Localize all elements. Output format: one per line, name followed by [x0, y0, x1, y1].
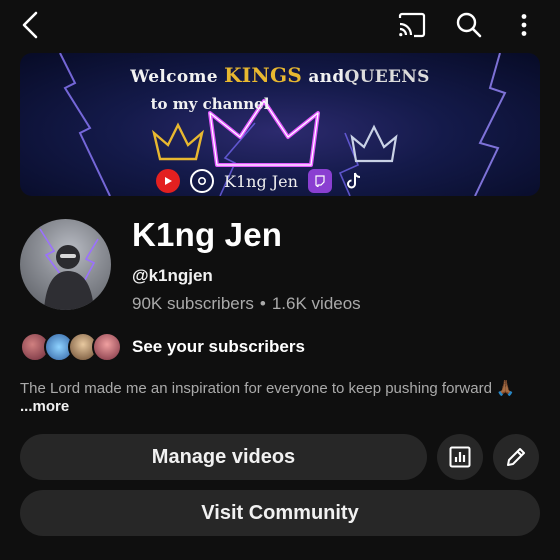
subscriber-avatar	[92, 332, 122, 362]
top-app-bar	[0, 0, 560, 50]
analytics-button[interactable]	[437, 434, 483, 480]
banner-social-row: K1ng Jen	[156, 169, 366, 193]
search-icon[interactable]	[452, 8, 486, 42]
stats-separator: •	[259, 294, 266, 313]
channel-handle: @k1ngjen	[132, 266, 213, 285]
edit-channel-button[interactable]	[493, 434, 539, 480]
banner-social-handle: K1ng Jen	[224, 171, 298, 191]
youtube-icon	[156, 169, 180, 193]
banner-kings-text: KINGS	[224, 63, 303, 87]
channel-name: K1ng Jen	[132, 216, 283, 253]
manage-videos-button[interactable]: Manage videos	[20, 434, 427, 480]
description-more-link[interactable]: ...more	[20, 398, 69, 415]
pencil-icon	[507, 448, 525, 466]
description-text: The Lord made me an inspiration for ever…	[20, 380, 515, 397]
banner-queens-text: QUEENS	[344, 67, 430, 87]
twitch-icon	[307, 169, 332, 193]
video-count: 1.6K videos	[271, 294, 361, 313]
visit-community-button[interactable]: Visit Community	[20, 490, 540, 536]
channel-banner[interactable]: Welcome KINGS andQUEENS to my channel K1…	[20, 53, 540, 196]
avatar-figure	[39, 228, 99, 310]
banner-subtitle-text: to my channel	[150, 95, 270, 113]
see-subscribers-label: See your subscribers	[132, 337, 305, 356]
banner-welcome-text: Welcome KINGS andQUEENS	[130, 63, 430, 87]
back-arrow-icon[interactable]	[14, 8, 46, 42]
channel-avatar[interactable]	[20, 219, 111, 310]
channel-stats: 90K subscribers • 1.6K videos	[132, 294, 361, 314]
see-subscribers-row[interactable]: See your subscribers	[20, 332, 305, 362]
channel-description[interactable]: The Lord made me an inspiration for ever…	[20, 380, 540, 416]
instagram-icon	[190, 169, 214, 193]
subscriber-avatars	[20, 332, 124, 362]
tiktok-icon	[342, 169, 366, 193]
cast-icon[interactable]	[394, 8, 430, 42]
analytics-icon	[449, 446, 471, 468]
more-vert-icon[interactable]	[510, 8, 538, 42]
subscriber-count: 90K subscribers	[132, 294, 254, 313]
